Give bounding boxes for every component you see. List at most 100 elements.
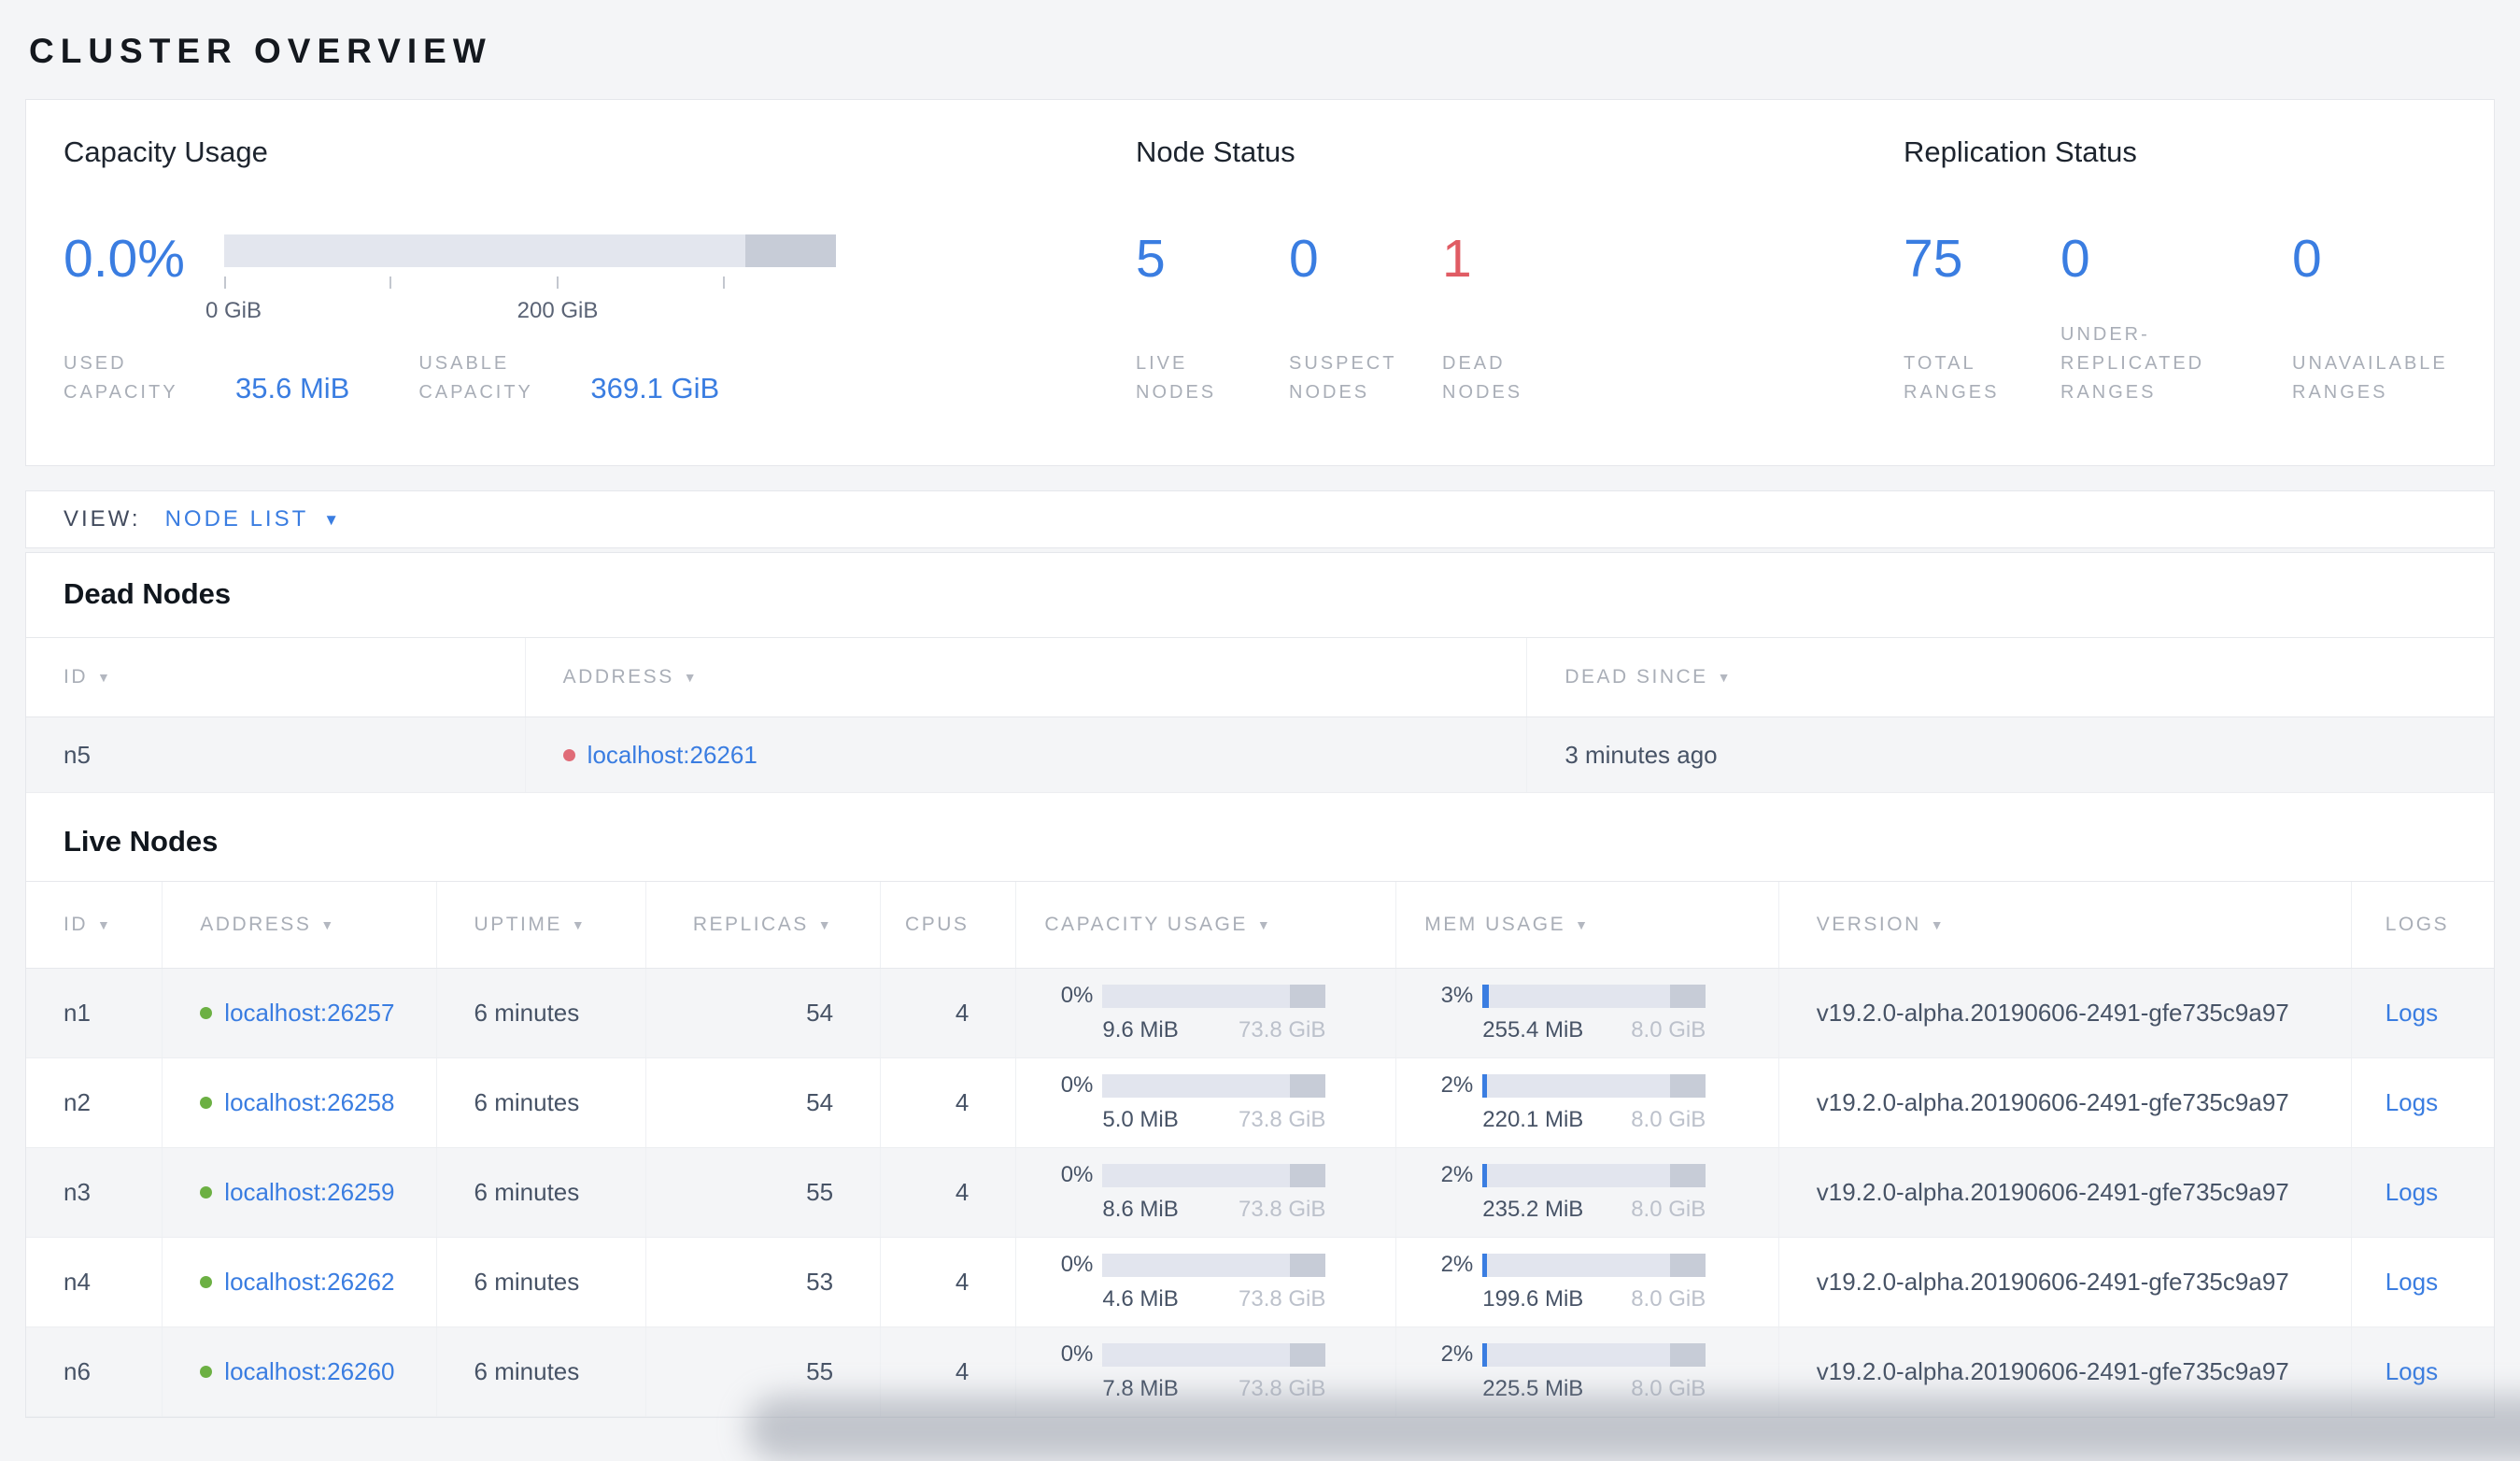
live-col-address[interactable]: ADDRESS ▼ xyxy=(162,882,435,968)
live-col-capacity[interactable]: CAPACITY USAGE ▼ xyxy=(1015,882,1395,968)
node-cpus: 4 xyxy=(880,1148,1015,1237)
logs-link[interactable]: Logs xyxy=(2386,1088,2494,1117)
usable-capacity-stat: USABLE CAPACITY 369.1 GiB xyxy=(418,349,719,407)
node-id: n2 xyxy=(64,1088,91,1116)
node-uptime: 6 minutes xyxy=(435,1238,646,1326)
node-uptime: 6 minutes xyxy=(435,1327,646,1416)
dead-col-id[interactable]: ID ▼ xyxy=(26,638,525,716)
node-address-link[interactable]: localhost:26258 xyxy=(224,1088,394,1117)
mem-meter-endcap xyxy=(1670,1163,1706,1187)
mem-meter-bar xyxy=(1482,1342,1706,1367)
node-cpus: 4 xyxy=(880,1058,1015,1147)
dead-col-dead-since-label: DEAD SINCE xyxy=(1564,666,1708,688)
live-col-mem[interactable]: MEM USAGE ▼ xyxy=(1395,882,1778,968)
used-capacity-stat: USED CAPACITY 35.6 MiB xyxy=(64,349,349,407)
replication-status-section: Replication Status 75 TOTAL RANGES 0 UND… xyxy=(1904,100,2494,465)
mem-meter-bar xyxy=(1482,1073,1706,1098)
node-address-link[interactable]: localhost:26262 xyxy=(224,1268,394,1297)
capacity-percent: 0% xyxy=(1060,1341,1094,1367)
mem-meter-endcap xyxy=(1670,984,1706,1008)
sort-arrow-icon: ▼ xyxy=(1717,670,1734,685)
node-address-cell: localhost:26262 xyxy=(162,1238,435,1326)
node-address-link[interactable]: localhost:26257 xyxy=(224,999,394,1028)
logs-link[interactable]: Logs xyxy=(2386,1268,2494,1297)
capacity-stats: USED CAPACITY 35.6 MiB USABLE CAPACITY 3… xyxy=(64,349,1136,407)
mem-used-value: 220.1 MiB xyxy=(1482,1107,1584,1132)
suspect-nodes-stat: 0 SUSPECT NODES xyxy=(1289,233,1442,407)
live-nodes-title: Live Nodes xyxy=(64,825,219,858)
capacity-meter-bar xyxy=(1102,1342,1326,1367)
sort-arrow-icon: ▼ xyxy=(571,917,588,932)
mem-meter-fill xyxy=(1482,984,1490,1008)
dead-col-address[interactable]: ADDRESS ▼ xyxy=(524,638,1527,716)
node-uptime: 6 minutes xyxy=(435,1058,646,1147)
mem-used-value: 235.2 MiB xyxy=(1482,1197,1584,1222)
sort-arrow-icon: ▼ xyxy=(1930,917,1947,932)
mem-total-value: 8.0 GiB xyxy=(1631,1286,1706,1312)
node-status-heading: Node Status xyxy=(1136,135,1295,168)
node-address-cell: localhost:26257 xyxy=(162,969,435,1057)
logs-link[interactable]: Logs xyxy=(2386,1178,2494,1207)
dead-nodes-count: 1 xyxy=(1442,229,1472,289)
cluster-overview-page: CLUSTER OVERVIEW Capacity Usage 0.0% 0 G… xyxy=(0,0,2520,1461)
capacity-meter-bar xyxy=(1102,1073,1326,1098)
total-ranges-label: TOTAL RANGES xyxy=(1904,353,2000,403)
mem-percent: 2% xyxy=(1440,1162,1474,1187)
node-address-cell: localhost:26260 xyxy=(162,1327,435,1416)
view-dropdown[interactable]: NODE LIST ▼ xyxy=(165,506,340,532)
dead-node-address-cell: localhost:26261 xyxy=(524,717,1527,792)
node-replicas: 53 xyxy=(645,1238,880,1326)
live-col-uptime[interactable]: UPTIME ▼ xyxy=(435,882,646,968)
dead-nodes-table-header: ID ▼ ADDRESS ▼ DEAD SINCE ▼ xyxy=(26,637,2494,717)
capacity-meter-bar xyxy=(1102,1163,1326,1187)
dead-col-id-label: ID xyxy=(64,666,88,688)
capacity-bar: 0 GiB 200 GiB xyxy=(205,233,836,323)
view-bar: VIEW: NODE LIST ▼ xyxy=(25,490,2495,548)
live-col-id[interactable]: ID ▼ xyxy=(26,882,162,968)
used-capacity-value: 35.6 MiB xyxy=(235,372,350,404)
bottom-shadow xyxy=(747,1396,2520,1461)
suspect-nodes-count: 0 xyxy=(1289,229,1319,289)
node-address-cell: localhost:26259 xyxy=(162,1148,435,1237)
logs-link[interactable]: Logs xyxy=(2386,1357,2494,1386)
capacity-used-value: 8.6 MiB xyxy=(1102,1197,1179,1222)
capacity-usage-chart: 0.0% 0 GiB 200 GiB xyxy=(64,233,1136,323)
live-nodes-count: 5 xyxy=(1136,229,1166,289)
logs-link[interactable]: Logs xyxy=(2386,999,2494,1028)
live-col-replicas[interactable]: REPLICAS ▼ xyxy=(645,882,880,968)
capacity-total-value: 73.8 GiB xyxy=(1239,1017,1326,1043)
live-status-dot-icon xyxy=(200,1097,213,1109)
capacity-total-value: 73.8 GiB xyxy=(1239,1197,1326,1222)
live-col-cpus-label: CPUS xyxy=(905,914,970,935)
axis-tick xyxy=(723,277,725,289)
axis-tick xyxy=(224,277,226,289)
dead-node-address-link[interactable]: localhost:26261 xyxy=(588,741,757,770)
node-address-link[interactable]: localhost:26260 xyxy=(224,1357,394,1386)
node-mem-cell: 2% 199.6 MiB 8.0 GiB xyxy=(1395,1238,1778,1326)
node-capacity-cell: 0% 9.6 MiB 73.8 GiB xyxy=(1015,969,1395,1057)
mem-used-value: 199.6 MiB xyxy=(1482,1286,1584,1312)
node-replicas: 54 xyxy=(645,969,880,1057)
dead-col-dead-since[interactable]: DEAD SINCE ▼ xyxy=(1526,638,2494,716)
capacity-used-value: 4.6 MiB xyxy=(1102,1286,1179,1312)
node-uptime: 6 minutes xyxy=(435,969,646,1057)
sort-arrow-icon: ▼ xyxy=(97,670,113,685)
live-status-dot-icon xyxy=(200,1276,213,1288)
node-cpus: 4 xyxy=(880,1238,1015,1326)
live-col-capacity-label: CAPACITY USAGE xyxy=(1044,914,1248,935)
node-id: n6 xyxy=(64,1357,91,1385)
mem-total-value: 8.0 GiB xyxy=(1631,1197,1706,1222)
dead-nodes-label: DEAD NODES xyxy=(1442,353,1523,403)
under-replicated-ranges-label: UNDER-REPLICATED RANGES xyxy=(2060,324,2205,403)
node-address-link[interactable]: localhost:26259 xyxy=(224,1178,394,1207)
dead-node-row: n5 localhost:26261 3 minutes ago xyxy=(26,717,2494,793)
unavailable-ranges-label: UNAVAILABLE RANGES xyxy=(2292,353,2448,403)
capacity-bar-track xyxy=(224,234,836,267)
capacity-bar-reserved-segment xyxy=(745,234,836,267)
live-nodes-table-header: ID ▼ ADDRESS ▼ UPTIME ▼ REPLICAS ▼ CPUS … xyxy=(26,881,2494,969)
node-capacity-cell: 0% 8.6 MiB 73.8 GiB xyxy=(1015,1148,1395,1237)
mem-meter-fill xyxy=(1482,1163,1488,1187)
live-col-version[interactable]: VERSION ▼ xyxy=(1777,882,2351,968)
node-mem-cell: 3% 255.4 MiB 8.0 GiB xyxy=(1395,969,1778,1057)
mem-meter-endcap xyxy=(1670,1073,1706,1098)
